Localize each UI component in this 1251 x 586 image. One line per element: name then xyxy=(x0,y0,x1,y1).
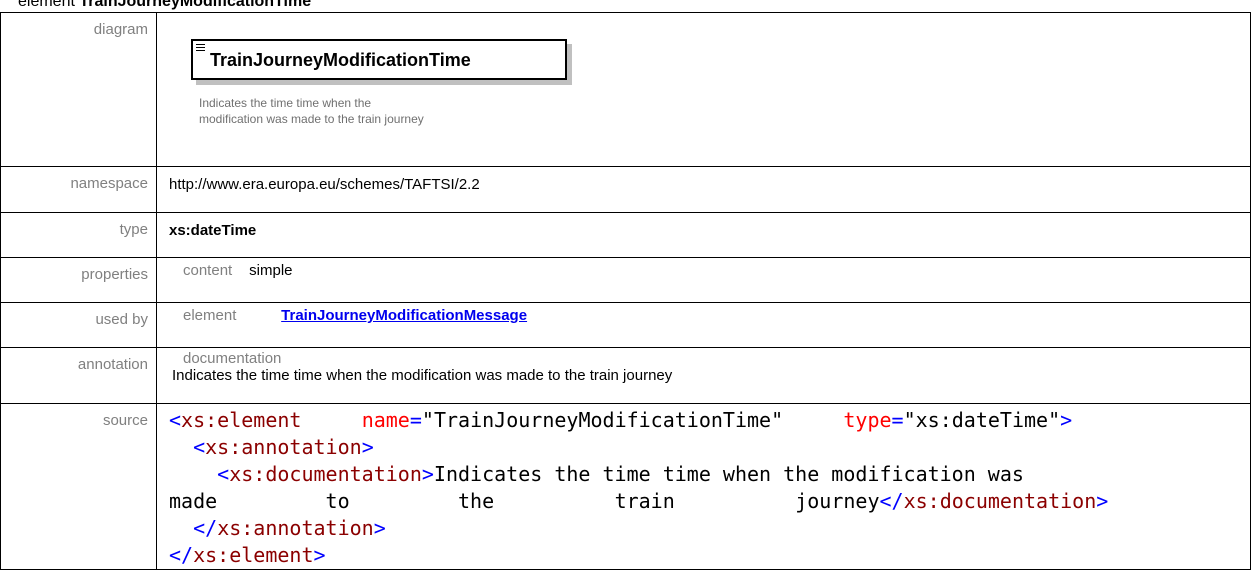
namespace-row: namespace http://www.era.europa.eu/schem… xyxy=(0,166,1251,213)
code-token: > xyxy=(373,516,386,540)
annotation-value: Indicates the time time when the modific… xyxy=(172,367,673,384)
diagram: TrainJourneyModificationTime Indicates t… xyxy=(157,13,1250,158)
source-line-3: <xs:documentation>Indicates the time tim… xyxy=(169,461,1250,488)
used-by-row: used by element TrainJourneyModification… xyxy=(0,302,1251,348)
code-token: </ xyxy=(169,543,194,567)
source-cell: <xs:element name="TrainJourneyModificati… xyxy=(156,403,1251,570)
source-line-2: <xs:annotation> xyxy=(169,434,1250,461)
used-by-key: element xyxy=(183,307,237,324)
diagram-label: diagram xyxy=(0,12,157,167)
diagram-documentation: Indicates the time time when the modific… xyxy=(199,95,424,127)
namespace-value: http://www.era.europa.eu/schemes/TAFTSI/… xyxy=(169,176,480,193)
code-token: the xyxy=(458,489,495,513)
element-doc-table: diagram TrainJourneyModificationTime Ind… xyxy=(0,12,1251,570)
code-token: xs:element xyxy=(193,543,314,567)
namespace-cell: http://www.era.europa.eu/schemes/TAFTSI/… xyxy=(156,166,1251,213)
source-line-4: made to the train journey</xs:documentat… xyxy=(169,488,1250,515)
type-value: xs:dateTime xyxy=(169,222,257,239)
source-row: source <xs:element name="TrainJourneyMod… xyxy=(0,403,1251,570)
properties-label: properties xyxy=(0,257,157,303)
code-token: train xyxy=(614,489,675,513)
annotation-key: documentation xyxy=(183,350,282,367)
heading-element-name: TrainJourneyModificationTime xyxy=(79,0,312,10)
page-heading: element TrainJourneyModificationTime xyxy=(18,0,311,12)
code-token: > xyxy=(361,435,374,459)
diagram-doc-line1: Indicates the time time when the xyxy=(199,96,372,110)
properties-value: simple xyxy=(249,262,293,279)
diagram-cell: TrainJourneyModificationTime Indicates t… xyxy=(156,12,1251,167)
code-token: = xyxy=(891,408,904,432)
source-line-5: </xs:annotation> xyxy=(169,515,1250,542)
annotation-value-wrap: Indicates the time time when the modific… xyxy=(169,367,1250,385)
type-row: type xs:dateTime xyxy=(0,212,1251,258)
code-token: xs:element xyxy=(181,408,302,432)
code-token: < xyxy=(169,408,182,432)
code-token: Indicates the time time when the modific… xyxy=(433,462,1024,486)
properties-cell: content simple xyxy=(156,257,1251,303)
code-token: </ xyxy=(879,489,904,513)
code-token: </ xyxy=(193,516,218,540)
used-by-link[interactable]: TrainJourneyModificationMessage xyxy=(281,307,527,325)
annotation-row: annotation documentation Indicates the t… xyxy=(0,347,1251,404)
properties-row: properties content simple xyxy=(0,257,1251,303)
code-token: > xyxy=(1060,408,1073,432)
annotation-label: annotation xyxy=(0,347,157,404)
code-token: to xyxy=(325,489,350,513)
diagram-element-box[interactable]: TrainJourneyModificationTime xyxy=(191,39,567,80)
properties-content: content simple xyxy=(169,258,1250,280)
code-token: journey xyxy=(795,489,880,513)
code-token: "TrainJourneyModificationTime" xyxy=(421,408,784,432)
code-token: xs:annotation xyxy=(217,516,374,540)
source-line-1: <xs:element name="TrainJourneyModificati… xyxy=(169,407,1250,434)
code-token: xs:documentation xyxy=(903,489,1097,513)
annotation-content: documentation xyxy=(169,348,1250,367)
element-lines-icon xyxy=(196,44,205,52)
annotation-cell: documentation Indicates the time time wh… xyxy=(156,347,1251,404)
type-label: type xyxy=(0,212,157,258)
source-label: source xyxy=(0,403,157,570)
code-token: > xyxy=(421,462,434,486)
heading-prefix: element xyxy=(18,0,75,10)
code-token: name xyxy=(361,408,410,432)
code-token: = xyxy=(409,408,422,432)
namespace-label: namespace xyxy=(0,166,157,213)
code-token: > xyxy=(1096,489,1109,513)
used-by-cell: element TrainJourneyModificationMessage xyxy=(156,302,1251,348)
code-token: xs:annotation xyxy=(205,435,362,459)
used-by-label: used by xyxy=(0,302,157,348)
diagram-row: diagram TrainJourneyModificationTime Ind… xyxy=(0,12,1251,167)
code-token: xs:documentation xyxy=(229,462,422,486)
source-line-6: </xs:element> xyxy=(169,542,1250,569)
code-token: type xyxy=(843,408,892,432)
used-by-content: element TrainJourneyModificationMessage xyxy=(169,303,1250,325)
source-code: <xs:element name="TrainJourneyModificati… xyxy=(169,404,1250,569)
code-token: < xyxy=(217,462,230,486)
type-cell: xs:dateTime xyxy=(156,212,1251,258)
code-token: "xs:dateTime" xyxy=(903,408,1061,432)
diagram-element-name: TrainJourneyModificationTime xyxy=(210,50,471,70)
code-token: > xyxy=(313,543,326,567)
diagram-doc-line2: modification was made to the train journ… xyxy=(199,112,424,126)
code-token: < xyxy=(193,435,206,459)
code-token: made xyxy=(169,489,218,513)
properties-key: content xyxy=(183,262,233,279)
